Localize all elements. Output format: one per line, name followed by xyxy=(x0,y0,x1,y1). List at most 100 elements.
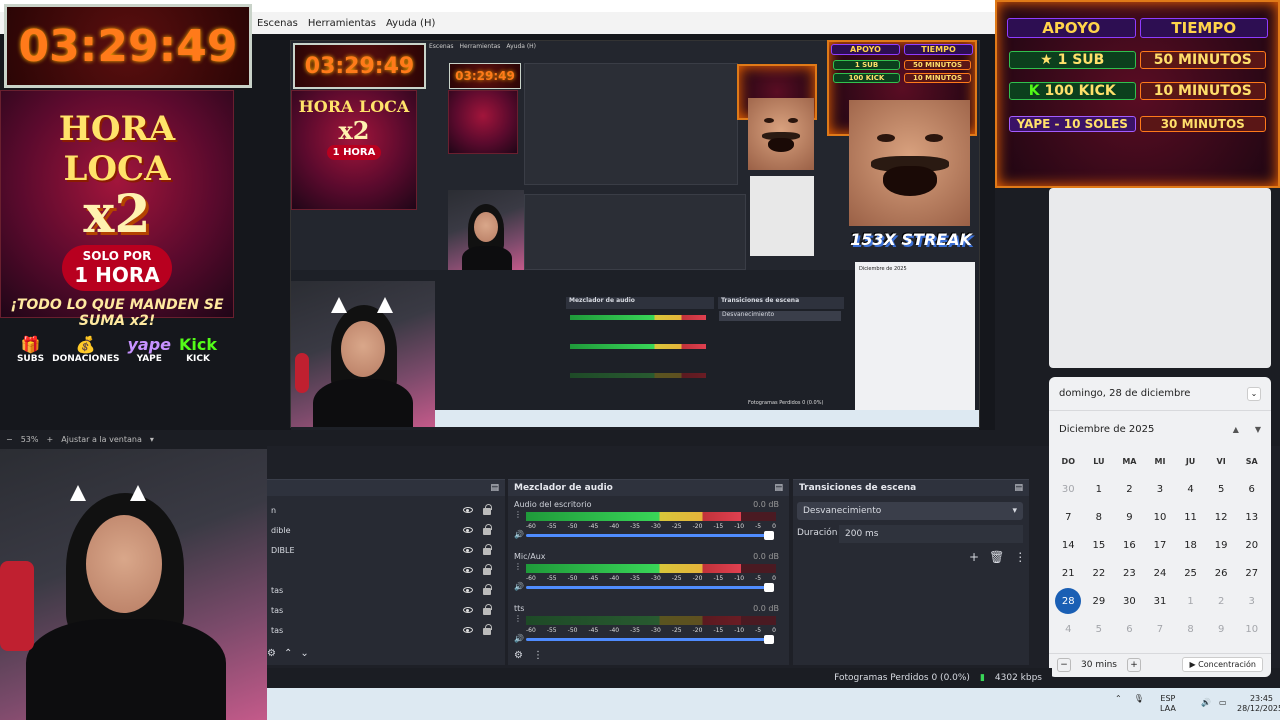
calendar-month[interactable]: Diciembre de 2025 xyxy=(1059,424,1154,435)
calendar-day[interactable]: 1 xyxy=(1084,475,1115,503)
source-row[interactable]: n xyxy=(267,500,505,520)
lock-icon[interactable] xyxy=(483,624,492,635)
speaker-icon[interactable]: 🔊 xyxy=(514,634,524,643)
more-icon[interactable]: ⋮ xyxy=(533,650,543,661)
calendar-day[interactable]: 6 xyxy=(1114,615,1145,643)
source-row[interactable]: dible xyxy=(267,520,505,540)
zoom-in-button[interactable]: + xyxy=(46,435,53,444)
menu-item-herramientas[interactable]: Herramientas xyxy=(308,18,376,29)
calendar-day[interactable]: 30 xyxy=(1114,587,1145,615)
more-icon[interactable]: ⋮ xyxy=(1014,550,1026,564)
calendar-day[interactable]: 25 xyxy=(1175,559,1206,587)
more-icon[interactable]: ⋮ xyxy=(514,510,522,519)
calendar-day[interactable]: 7 xyxy=(1053,503,1084,531)
calendar-day[interactable]: 26 xyxy=(1206,559,1237,587)
eye-icon[interactable] xyxy=(463,627,473,633)
eye-icon[interactable] xyxy=(463,587,473,593)
add-icon[interactable]: + xyxy=(969,550,979,564)
volume-slider[interactable] xyxy=(526,635,774,644)
calendar-day[interactable]: 12 xyxy=(1206,503,1237,531)
eye-icon[interactable] xyxy=(463,567,473,573)
more-icon[interactable]: ⋮ xyxy=(514,614,522,623)
calendar-day[interactable]: 30 xyxy=(1053,475,1084,503)
calendar-day[interactable]: 19 xyxy=(1206,531,1237,559)
calendar-day[interactable]: 5 xyxy=(1206,475,1237,503)
lock-icon[interactable] xyxy=(483,564,492,575)
chevron-down-icon[interactable]: ⌄ xyxy=(1247,386,1261,401)
battery-icon[interactable]: ▭ xyxy=(1219,698,1227,707)
calendar-day[interactable]: 21 xyxy=(1053,559,1084,587)
chevron-up-icon[interactable]: ⌃ xyxy=(1115,694,1122,703)
speaker-icon[interactable]: 🔊 xyxy=(1201,698,1211,707)
lock-icon[interactable] xyxy=(483,604,492,615)
calendar-day[interactable]: 10 xyxy=(1236,615,1267,643)
calendar-day-today[interactable]: 28 xyxy=(1053,587,1084,615)
calendar-day[interactable]: 3 xyxy=(1236,587,1267,615)
focus-plus-button[interactable]: + xyxy=(1126,657,1141,672)
taskbar-clock[interactable]: 23:45 28/12/2025 xyxy=(1237,694,1280,714)
calendar-day[interactable]: 4 xyxy=(1175,475,1206,503)
focus-minus-button[interactable]: − xyxy=(1057,657,1071,672)
speaker-icon[interactable]: 🔊 xyxy=(514,582,524,591)
calendar-day[interactable]: 31 xyxy=(1145,587,1176,615)
eye-icon[interactable] xyxy=(463,507,473,513)
calendar-day[interactable]: 7 xyxy=(1145,615,1176,643)
move-up-icon[interactable]: ⌃ xyxy=(284,648,292,659)
calendar-day[interactable]: 22 xyxy=(1084,559,1115,587)
calendar-day[interactable]: 5 xyxy=(1084,615,1115,643)
lock-icon[interactable] xyxy=(483,584,492,595)
calendar-day[interactable]: 10 xyxy=(1145,503,1176,531)
transition-select[interactable]: Desvanecimiento ▾ xyxy=(797,502,1023,520)
focus-start-button[interactable]: ▶ Concentración xyxy=(1182,657,1263,672)
eye-icon[interactable] xyxy=(463,547,473,553)
calendar-day[interactable]: 24 xyxy=(1145,559,1176,587)
month-up-icon[interactable]: ▲ xyxy=(1233,425,1239,434)
lock-icon[interactable] xyxy=(483,544,492,555)
calendar-day[interactable]: 8 xyxy=(1084,503,1115,531)
speaker-icon[interactable]: 🔊 xyxy=(514,530,524,539)
calendar-day[interactable]: 13 xyxy=(1236,503,1267,531)
menu-item-ayuda[interactable]: Ayuda (H) xyxy=(386,18,435,29)
calendar-day[interactable]: 15 xyxy=(1084,531,1115,559)
dock-menu-icon[interactable]: ▤ xyxy=(1014,483,1023,493)
dock-menu-icon[interactable]: ▤ xyxy=(774,483,783,493)
calendar-day[interactable]: 9 xyxy=(1206,615,1237,643)
menu-item-escenas[interactable]: Escenas xyxy=(257,18,298,29)
calendar-day[interactable]: 16 xyxy=(1114,531,1145,559)
volume-slider[interactable] xyxy=(526,583,774,592)
source-row[interactable]: tas xyxy=(267,620,505,640)
calendar-day[interactable]: 20 xyxy=(1236,531,1267,559)
calendar-day[interactable]: 2 xyxy=(1114,475,1145,503)
calendar-day[interactable]: 11 xyxy=(1175,503,1206,531)
calendar-day[interactable]: 14 xyxy=(1053,531,1084,559)
eye-icon[interactable] xyxy=(463,527,473,533)
calendar-day[interactable]: 2 xyxy=(1206,587,1237,615)
more-icon[interactable]: ⋮ xyxy=(514,562,522,571)
zoom-fit-select[interactable]: Ajustar a la ventana xyxy=(61,435,142,444)
source-row[interactable]: tas xyxy=(267,600,505,620)
calendar-day[interactable]: 8 xyxy=(1175,615,1206,643)
volume-slider[interactable] xyxy=(526,531,774,540)
calendar-day[interactable]: 3 xyxy=(1145,475,1176,503)
source-row[interactable]: tas xyxy=(267,580,505,600)
mic-icon[interactable]: 🎙 xyxy=(1134,694,1144,703)
month-down-icon[interactable]: ▼ xyxy=(1255,425,1261,434)
calendar-day[interactable]: 18 xyxy=(1175,531,1206,559)
move-down-icon[interactable]: ⌄ xyxy=(300,648,308,659)
input-language[interactable]: ESP LAA xyxy=(1160,694,1176,714)
lock-icon[interactable] xyxy=(483,504,492,515)
calendar-day[interactable]: 1 xyxy=(1175,587,1206,615)
calendar-day[interactable]: 23 xyxy=(1114,559,1145,587)
gear-icon[interactable]: ⚙ xyxy=(267,648,276,659)
calendar-day[interactable]: 4 xyxy=(1053,615,1084,643)
gear-icon[interactable]: ⚙ xyxy=(514,650,523,661)
dock-menu-icon[interactable]: ▤ xyxy=(490,483,499,493)
trash-icon[interactable]: 🗑 xyxy=(989,550,1004,564)
zoom-out-button[interactable]: − xyxy=(6,435,13,444)
calendar-day[interactable]: 29 xyxy=(1084,587,1115,615)
chevron-down-icon[interactable]: ▾ xyxy=(150,435,154,444)
calendar-day[interactable]: 27 xyxy=(1236,559,1267,587)
calendar-day[interactable]: 9 xyxy=(1114,503,1145,531)
duration-input[interactable]: 200 ms xyxy=(839,525,1023,543)
calendar-day[interactable]: 17 xyxy=(1145,531,1176,559)
